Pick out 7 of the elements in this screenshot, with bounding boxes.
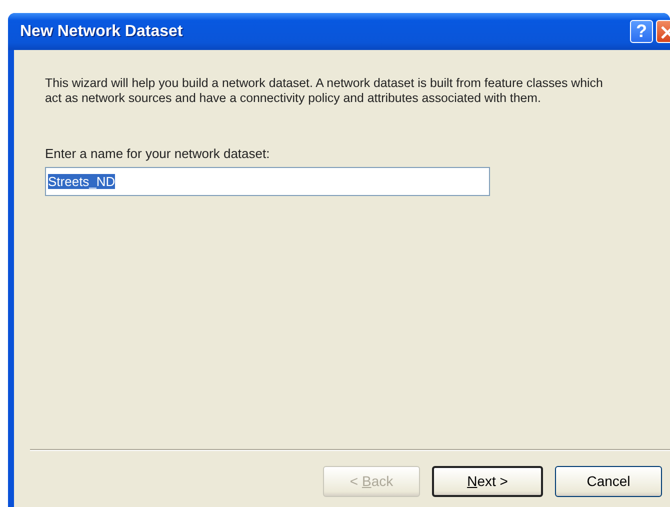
field-label: Enter a name for your network dataset: [45,145,271,163]
input-field[interactable]: Streets_ND [45,166,490,196]
intro-text: This wizard will help you build a network dataset. A network dataset is built from feature classes which act as network sources and have a connectivity policy and attributes associated with them. [44,75,604,106]
wizard-button[interactable]: Next > [432,466,543,497]
window-title: New Network Dataset [20,22,184,42]
wizard-button[interactable]: Cancel [555,466,662,497]
help-button[interactable]: ? [630,20,653,43]
